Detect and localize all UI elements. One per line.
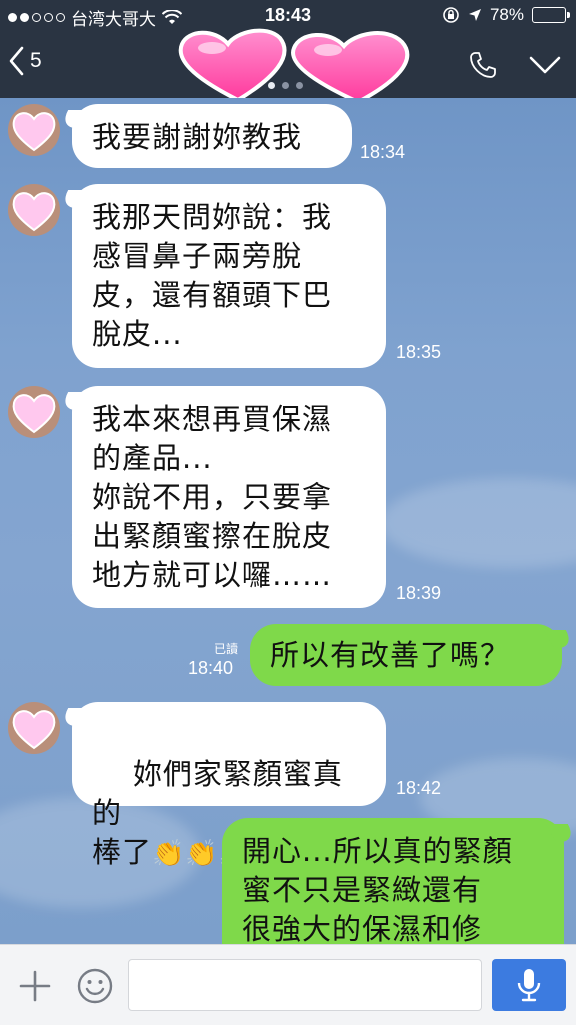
phone-icon[interactable]: [468, 50, 498, 80]
hearts-sticker-icon: [178, 28, 410, 104]
message-bubble-outgoing[interactable]: 開心...所以真的緊顏 蜜不只是緊緻還有 很強大的保濕和修: [222, 818, 564, 944]
unread-count: 5: [30, 49, 42, 72]
background-cloud: [380, 478, 576, 568]
message-timestamp: 18:35: [396, 342, 442, 362]
input-bar: [0, 944, 576, 1025]
message-bubble-outgoing[interactable]: 所以有改善了嗎？: [250, 624, 562, 686]
contact-avatar[interactable]: [8, 702, 60, 754]
battery-icon: [532, 7, 570, 23]
location-arrow-icon: [468, 9, 481, 21]
message-timestamp: 18:34: [360, 142, 406, 162]
chat-header: 5: [0, 28, 576, 104]
contact-avatar[interactable]: [8, 386, 60, 438]
message-bubble-incoming[interactable]: 我本來想再買保濕 的產品... 妳說不用，只要拿 出緊顏蜜擦在脫皮 地方就可以囉…: [72, 386, 386, 608]
contact-avatar[interactable]: [8, 104, 60, 156]
back-chevron-icon: [9, 46, 24, 76]
message-text: 我要謝謝妳教我: [92, 120, 303, 154]
page-indicator: [268, 82, 303, 89]
message-bubble-incoming[interactable]: 我要謝謝妳教我: [72, 104, 352, 168]
contact-avatar[interactable]: [8, 184, 60, 236]
chevron-down-icon[interactable]: [528, 54, 562, 76]
chat-area[interactable]: 我要謝謝妳教我 18:34 我那天問妳說：我 感冒鼻子兩旁脫 皮，還有額頭下巴 …: [0, 98, 576, 944]
clapping-hands-emoji: 👏: [152, 839, 186, 869]
voice-message-button[interactable]: [492, 959, 566, 1011]
rotation-lock-icon: [443, 7, 459, 23]
message-input[interactable]: [128, 959, 482, 1011]
mic-icon: [517, 969, 541, 1002]
battery-percent: 78%: [489, 5, 524, 24]
message-text: 我本來想再買保濕 的產品... 妳說不用，只要拿 出緊顏蜜擦在脫皮 地方就可以囉…: [92, 402, 333, 592]
message-text: 我那天問妳說：我 感冒鼻子兩旁脫 皮，還有額頭下巴 脫皮...: [92, 200, 333, 351]
message-text: 開心...所以真的緊顏 蜜不只是緊緻還有 很強大的保濕和修: [242, 834, 513, 944]
message-bubble-incoming[interactable]: 我那天問妳說：我 感冒鼻子兩旁脫 皮，還有額頭下巴 脫皮...: [72, 184, 386, 368]
plus-icon[interactable]: [18, 969, 52, 1003]
message-bubble-incoming[interactable]: 妳們家緊顏蜜真的 棒了👏👏👏: [72, 702, 386, 869]
back-button[interactable]: 5: [8, 46, 42, 76]
message-timestamp: 18:40: [188, 658, 234, 678]
status-right: 78%: [442, 5, 570, 25]
emoji-icon[interactable]: [76, 967, 114, 1005]
message-timestamp: 18:39: [396, 583, 442, 603]
message-text: 所以有改善了嗎？: [270, 638, 511, 672]
clapping-hands-emoji: 👏: [185, 839, 219, 869]
read-receipt: 已讀: [214, 642, 239, 656]
message-timestamp: 18:42: [396, 778, 442, 798]
